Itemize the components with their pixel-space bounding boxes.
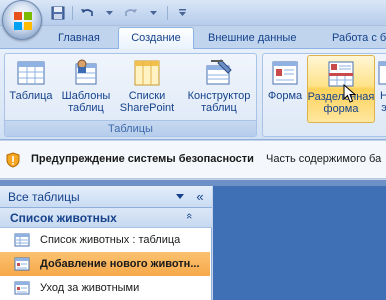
multiple-items-button[interactable]: Н э: [377, 58, 386, 114]
multiple-items-label-2: э: [381, 102, 386, 114]
tab-create[interactable]: Создание: [118, 27, 194, 49]
redo-icon[interactable]: [121, 4, 141, 22]
office-button[interactable]: [2, 0, 42, 40]
nav-pane-header[interactable]: Все таблицы «: [0, 186, 212, 208]
multiple-items-label-1: Н: [380, 90, 386, 102]
tab-database-tools[interactable]: Работа с б: [324, 28, 386, 48]
table-button-label: Таблица: [9, 90, 53, 102]
table-icon: [17, 61, 45, 85]
table-templates-button[interactable]: Шаблоны таблиц: [57, 58, 115, 114]
table-icon: [14, 233, 30, 247]
form-icon: [14, 257, 30, 271]
form-button[interactable]: Форма: [265, 58, 305, 102]
table-templates-icon: [75, 59, 97, 85]
quick-access-toolbar: [48, 4, 192, 22]
tab-home[interactable]: Главная: [50, 28, 108, 48]
list-item-label: Список животных : таблица: [40, 234, 181, 246]
nav-group-header[interactable]: Список животных «: [0, 208, 212, 228]
sharepoint-lists-label-2: SharePoint: [119, 102, 175, 114]
tables-group-label: Таблицы: [5, 120, 256, 136]
sharepoint-lists-icon: [134, 60, 160, 86]
table-designer-label-2: таблиц: [201, 102, 237, 114]
ribbon: Таблица Шаблоны таблиц Списки SharePoint: [0, 48, 386, 140]
customize-qat-icon[interactable]: [172, 4, 192, 22]
sharepoint-lists-label-1: Списки: [128, 90, 166, 102]
security-warning-bar: Предупреждение системы безопасности Част…: [0, 141, 386, 179]
forms-group: Форма Разделенная форма Н э: [262, 53, 386, 137]
form-button-label: Форма: [267, 90, 303, 102]
form-icon: [272, 61, 298, 85]
dropdown-arrow-icon[interactable]: [99, 4, 119, 22]
navigation-pane: Все таблицы « Список животных « Список ж…: [0, 186, 212, 300]
mouse-cursor-icon: [343, 84, 357, 103]
save-icon[interactable]: [48, 4, 68, 22]
table-templates-label-1: Шаблоны: [61, 90, 111, 102]
list-item[interactable]: Добавление нового животн...: [0, 252, 210, 276]
tables-group: Таблица Шаблоны таблиц Списки SharePoint: [4, 53, 257, 137]
split-form-label-2: форма: [323, 103, 359, 115]
shield-icon: [6, 152, 20, 168]
workspace-area: [213, 186, 386, 300]
nav-group-title: Список животных: [10, 211, 117, 225]
ribbon-tabs: Главная Создание Внешние данные Работа с…: [0, 26, 386, 49]
form-icon: [14, 281, 30, 295]
list-item[interactable]: Список животных : таблица: [0, 228, 210, 252]
security-warning-title: Предупреждение системы безопасности: [31, 153, 254, 165]
nav-pane-title: Все таблицы: [8, 190, 80, 204]
collapse-pane-button[interactable]: «: [192, 188, 208, 206]
toolbar-divider: [167, 6, 168, 20]
list-item-label: Уход за животными: [40, 282, 140, 294]
chevron-down-icon[interactable]: [176, 192, 184, 200]
table-button[interactable]: Таблица: [7, 58, 55, 102]
title-bar: [0, 0, 386, 26]
dropdown-arrow-icon[interactable]: [143, 4, 163, 22]
split-form-label-1: Разделенная: [307, 91, 375, 103]
undo-icon[interactable]: [77, 4, 97, 22]
collapse-group-icon[interactable]: «: [183, 213, 195, 219]
table-designer-icon: [206, 59, 232, 85]
list-item[interactable]: Уход за животными: [0, 276, 210, 300]
table-designer-label-1: Конструктор: [187, 90, 251, 102]
table-designer-button[interactable]: Конструктор таблиц: [183, 58, 255, 114]
office-logo-icon: [14, 12, 32, 30]
table-templates-label-2: таблиц: [68, 102, 104, 114]
multiple-items-icon: [378, 61, 386, 85]
list-item-label: Добавление нового животн...: [40, 258, 200, 270]
split-form-button[interactable]: Разделенная форма: [307, 55, 375, 123]
sharepoint-lists-button[interactable]: Списки SharePoint: [115, 58, 179, 114]
toolbar-divider: [72, 6, 73, 20]
security-warning-text: Часть содержимого ба: [266, 153, 382, 165]
tab-external-data[interactable]: Внешние данные: [200, 28, 304, 48]
